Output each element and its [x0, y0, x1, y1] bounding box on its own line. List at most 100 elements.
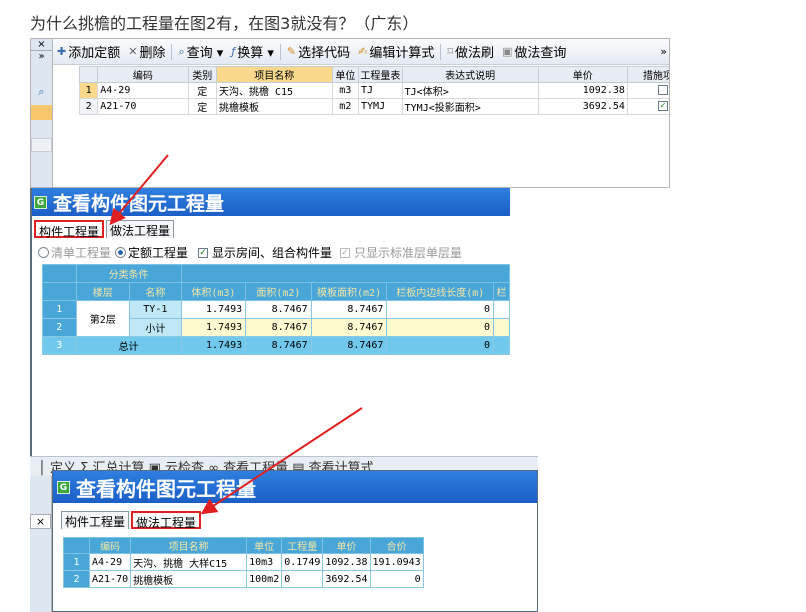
window-title-bar[interactable]: G 查看构件图元工程量: [53, 471, 537, 503]
unit-cell[interactable]: m3: [331, 82, 360, 99]
volume-cell[interactable]: 1.7493: [180, 336, 247, 355]
add-quota-button[interactable]: ✚ 添加定额: [53, 41, 124, 63]
convert-button[interactable]: ƒ 换算 ▾: [227, 41, 278, 63]
tab-component-quantity[interactable]: 构件工程量: [34, 220, 105, 239]
column-header[interactable]: 名称: [129, 282, 182, 301]
table-row[interactable]: 2 A21-70 挑檐模板 100m2 0 3692.54 0: [63, 570, 424, 588]
rail-length-cell[interactable]: 0: [386, 300, 495, 319]
price-cell[interactable]: 1092.38: [537, 82, 628, 99]
volume-cell[interactable]: 1.7493: [180, 300, 247, 319]
column-header[interactable]: 项目名称: [215, 66, 333, 83]
close-icon[interactable]: ×: [31, 39, 52, 51]
method-brush-button[interactable]: ⌑ 做法刷: [443, 41, 498, 63]
name-cell[interactable]: 小计: [129, 318, 182, 337]
total-cell[interactable]: 0: [369, 570, 424, 588]
measure-cell[interactable]: ✓: [626, 98, 669, 115]
column-header[interactable]: 体积(m3): [180, 282, 247, 301]
area-cell[interactable]: 8.7467: [245, 300, 312, 319]
column-header[interactable]: 类别: [187, 66, 217, 83]
standard-floor-checkbox[interactable]: ✓: [340, 247, 351, 258]
code-cell[interactable]: A4-29: [97, 82, 189, 99]
code-cell[interactable]: A4-29: [88, 553, 132, 571]
column-header[interactable]: 面积(m2): [245, 282, 312, 301]
column-header[interactable]: 工程量: [281, 537, 324, 554]
unit-cell[interactable]: 10m3: [246, 553, 283, 571]
delete-button[interactable]: ✕ 删除: [124, 41, 169, 63]
price-cell[interactable]: 1092.38: [322, 553, 371, 571]
unit-cell[interactable]: 100m2: [246, 570, 283, 588]
formwork-area-cell[interactable]: 8.7467: [310, 336, 388, 355]
column-header[interactable]: 栏: [493, 282, 510, 301]
column-header[interactable]: 楼层: [75, 282, 131, 301]
column-header[interactable]: 单位: [246, 537, 283, 554]
tab-component-quantity[interactable]: 构件工程量: [61, 511, 130, 529]
area-cell[interactable]: 8.7467: [245, 336, 312, 355]
column-header[interactable]: 编码: [88, 537, 132, 554]
column-header[interactable]: 项目名称: [130, 537, 248, 554]
column-header[interactable]: 编码: [97, 66, 189, 83]
rail-length-cell[interactable]: 0: [386, 336, 495, 355]
price-cell[interactable]: 3692.54: [322, 570, 371, 588]
name-cell[interactable]: 挑檐模板: [215, 98, 333, 115]
total-label-cell[interactable]: 总计: [75, 336, 182, 355]
tab-method-quantity[interactable]: 做法工程量: [131, 511, 202, 530]
table-row[interactable]: 1 A4-29 定 天沟、挑檐 C15 m3 TJ TJ<体积> 1092.38: [78, 82, 669, 99]
side-row[interactable]: [31, 138, 52, 152]
tab-method-quantity[interactable]: 做法工程量: [106, 220, 175, 238]
name-cell[interactable]: 天沟、挑檐 C15: [215, 82, 333, 99]
column-header[interactable]: 单价: [537, 66, 628, 83]
column-header[interactable]: 模板面积(m2): [310, 282, 388, 301]
qty-cell[interactable]: 0.1749: [281, 553, 324, 571]
close-icon[interactable]: ×: [30, 514, 51, 529]
code-cell[interactable]: A21-70: [97, 98, 189, 115]
type-cell[interactable]: 定: [187, 82, 217, 99]
unit-cell[interactable]: m2: [331, 98, 360, 115]
measure-checkbox[interactable]: ✓: [657, 101, 668, 111]
column-header[interactable]: 措施项目: [626, 66, 669, 83]
expr-desc-cell[interactable]: TJ<体积>: [401, 82, 539, 99]
column-header[interactable]: 合价: [369, 537, 424, 554]
quota-quantity-radio[interactable]: [115, 247, 127, 258]
floor-cell[interactable]: 第2层: [75, 300, 131, 337]
name-cell[interactable]: TY-1: [129, 300, 182, 319]
qty-expr-cell[interactable]: TJ: [358, 82, 403, 99]
side-selected-row[interactable]: [31, 105, 52, 120]
window-title-bar[interactable]: G 查看构件图元工程量: [32, 188, 510, 216]
column-header[interactable]: 栏板内边线长度(m): [386, 282, 495, 301]
expr-desc-cell[interactable]: TYMJ<投影面积>: [401, 98, 539, 115]
column-header[interactable]: 工程量表: [358, 66, 403, 83]
select-code-button[interactable]: ✎ 选择代码: [283, 41, 354, 63]
row-number-header: [42, 264, 77, 283]
type-cell[interactable]: 定: [187, 98, 217, 115]
name-cell[interactable]: 天沟、挑檐 大样C15: [130, 553, 248, 571]
qty-expr-cell[interactable]: TYMJ: [358, 98, 403, 115]
table-row[interactable]: 1 第2层 TY-1 1.7493 8.7467 8.7467 0: [42, 300, 510, 337]
code-cell[interactable]: A21-70: [88, 570, 132, 588]
method-query-icon: ▣: [502, 45, 513, 58]
show-room-checkbox[interactable]: ✓: [198, 247, 209, 258]
bill-quantity-radio[interactable]: [38, 247, 49, 258]
measure-checkbox[interactable]: [657, 85, 668, 95]
table-row[interactable]: 1 A4-29 天沟、挑檐 大样C15 10m3 0.1749 1092.38 …: [63, 553, 424, 571]
formwork-area-cell[interactable]: 8.7467: [310, 300, 388, 319]
column-header[interactable]: 单位: [331, 66, 360, 83]
volume-cell[interactable]: 1.7493: [180, 318, 247, 337]
total-cell[interactable]: 191.0943: [369, 553, 424, 571]
method-query-button[interactable]: ▣ 做法查询: [498, 41, 570, 63]
expand-icon[interactable]: »: [31, 51, 52, 63]
search-icon[interactable]: ⌕: [31, 85, 52, 99]
table-row[interactable]: 2 A21-70 定 挑檐模板 m2 TYMJ TYMJ<投影面积> 3692.…: [78, 98, 669, 115]
formwork-area-cell[interactable]: 8.7467: [310, 318, 388, 337]
edit-formula-button[interactable]: ✍ 编辑计算式: [354, 41, 438, 63]
price-cell[interactable]: 3692.54: [537, 98, 628, 115]
name-cell[interactable]: 挑檐模板: [130, 570, 248, 588]
area-cell[interactable]: 8.7467: [245, 318, 312, 337]
column-header[interactable]: 单价: [322, 537, 371, 554]
qty-cell[interactable]: 0: [281, 570, 324, 588]
column-header[interactable]: 表达式说明: [401, 66, 539, 83]
rail-length-cell[interactable]: 0: [386, 318, 495, 337]
table-total-row[interactable]: 3 总计 1.7493 8.7467 8.7467 0: [42, 336, 510, 355]
query-button[interactable]: ⌕ 查询 ▾: [174, 41, 227, 63]
measure-cell[interactable]: [626, 82, 669, 99]
toolbar-overflow-button[interactable]: »: [656, 41, 669, 63]
